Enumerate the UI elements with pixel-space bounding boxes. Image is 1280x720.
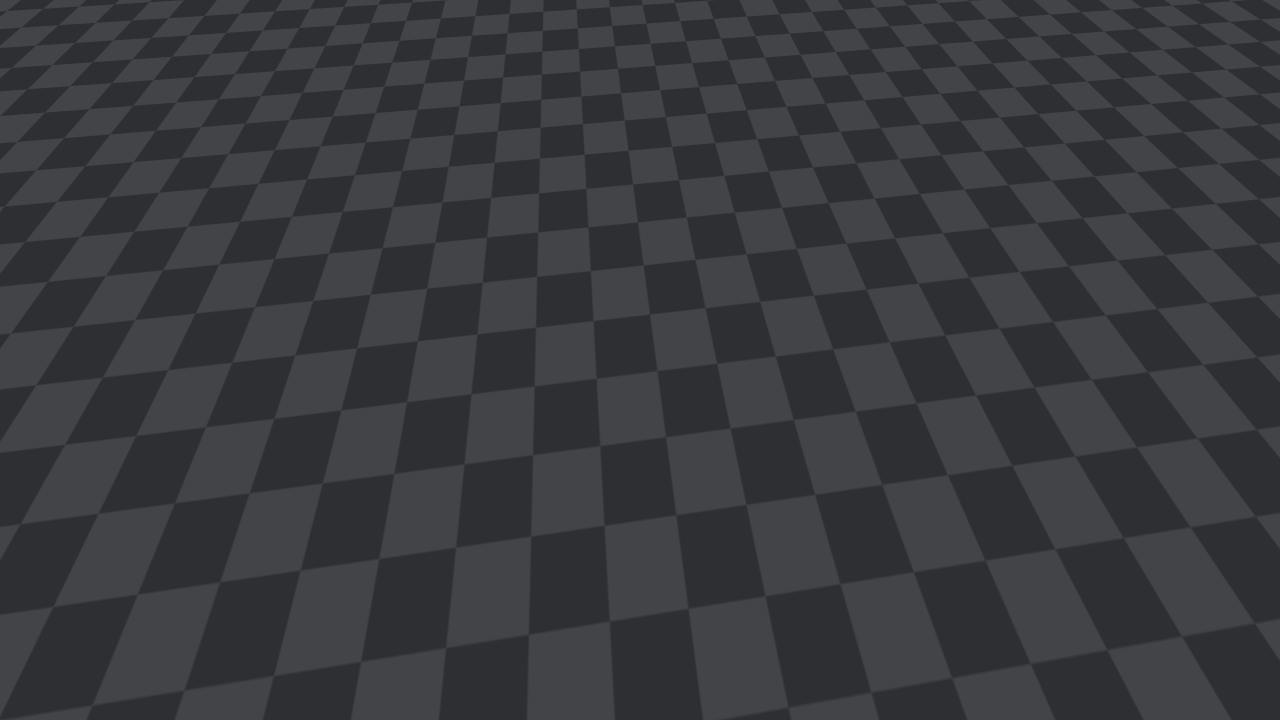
stage3-title: Stage 3 [933,340,980,358]
slider-thumb[interactable] [1129,672,1137,686]
slider-track [1056,678,1248,679]
slider-panel [1056,560,1250,700]
stage2-basin [205,126,422,291]
slider-thumb[interactable] [1149,601,1156,615]
mannequin-character [579,238,693,455]
slider-3[interactable] [1056,633,1248,647]
slider-2[interactable] [1056,601,1248,615]
character-shadow [598,475,662,555]
game-viewport[interactable]: Stage 2 Jump in the Kettle with the Pawn… [0,0,1280,720]
slider-1[interactable] [1056,570,1248,584]
far-slab-1 [1045,10,1182,42]
slider-4[interactable] [1056,672,1248,686]
far-slab-2 [1122,46,1276,104]
slider-thumb[interactable] [1149,633,1156,647]
stage3-basin [835,154,1044,272]
slider-thumb[interactable] [1145,570,1153,584]
